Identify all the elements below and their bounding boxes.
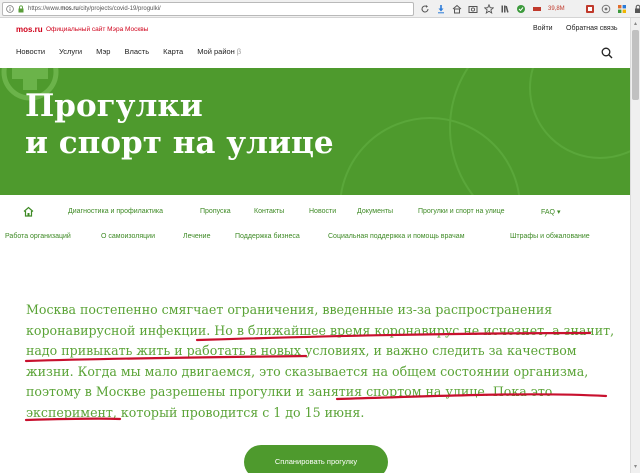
lock-icon[interactable] — [17, 5, 25, 13]
nav-item-my-district[interactable]: Мой район β — [197, 47, 241, 56]
download-icon[interactable] — [436, 4, 446, 14]
search-icon[interactable] — [601, 47, 613, 59]
beta-badge: β — [236, 47, 242, 56]
memory-monitor-icon[interactable] — [532, 4, 542, 14]
extension-green-icon[interactable] — [516, 4, 526, 14]
screenshot-icon[interactable] — [468, 4, 478, 14]
adblock-icon[interactable] — [585, 4, 595, 14]
nav-item-services[interactable]: Услуги — [59, 47, 82, 56]
scroll-thumb[interactable] — [632, 30, 639, 100]
memory-readout: 39,8M — [548, 6, 565, 12]
feedback-link[interactable]: Обратная связь — [566, 25, 618, 32]
subnav-passes[interactable]: Пропуска — [200, 208, 231, 215]
subnav-self-isolation[interactable]: О самоизоляции — [101, 233, 155, 240]
site-name[interactable]: Официальный сайт Мэра Москвы — [46, 26, 148, 33]
subnav-documents[interactable]: Документы — [357, 208, 393, 215]
section-nav-secondary: Работа организаций О самоизоляции Лечени… — [0, 232, 630, 244]
scroll-down-arrow[interactable]: ▾ — [632, 463, 639, 471]
subnav-fines[interactable]: Штрафы и обжалование — [510, 233, 590, 240]
main-nav: Новости Услуги Мэр Власть Карта Мой райо… — [16, 47, 241, 56]
nav-item-map[interactable]: Карта — [163, 47, 183, 56]
home-icon[interactable] — [23, 206, 34, 217]
hero-banner: Прогулки и спорт на улице — [0, 68, 630, 195]
lead-paragraph: Москва постепенно смягчает ограничения, … — [26, 300, 616, 423]
nav-item-government[interactable]: Власть — [124, 47, 149, 56]
subnav-social-support[interactable]: Социальная поддержка и помощь врачам — [328, 233, 465, 240]
subnav-treatment[interactable]: Лечение — [183, 233, 210, 240]
bookmark-star-icon[interactable] — [484, 4, 494, 14]
extension-puzzle-icon[interactable] — [601, 4, 611, 14]
home-browser-icon[interactable] — [452, 4, 462, 14]
chevron-down-icon: ▾ — [556, 209, 561, 216]
site-logo[interactable]: mos.ru — [16, 25, 43, 34]
lock-extension-icon[interactable] — [633, 4, 640, 14]
plan-walk-button[interactable]: Спланировать прогулку — [244, 445, 388, 473]
section-nav-primary: Диагностика и профилактика Пропуска Конт… — [0, 205, 630, 219]
subnav-diagnostics[interactable]: Диагностика и профилактика — [68, 208, 163, 215]
browser-toolbar: https://www.mos.ru/city/projects/covid-1… — [0, 0, 640, 18]
subnav-organizations[interactable]: Работа организаций — [5, 233, 71, 240]
url-text: https://www.mos.ru/city/projects/covid-1… — [28, 6, 161, 12]
subnav-walks-sport[interactable]: Прогулки и спорт на улице — [418, 208, 505, 215]
subnav-contacts[interactable]: Контакты — [254, 208, 284, 215]
subnav-news[interactable]: Новости — [309, 208, 336, 215]
site-header: mos.ru Официальный сайт Мэра Москвы Войт… — [0, 18, 630, 68]
login-link[interactable]: Войти — [533, 25, 553, 32]
toolbar-icons: 39,8M — [420, 2, 640, 16]
page-title-line1: Прогулки — [25, 88, 203, 124]
library-icon[interactable] — [500, 4, 510, 14]
nav-item-mayor[interactable]: Мэр — [96, 47, 110, 56]
extension-grid-icon[interactable] — [617, 4, 627, 14]
reload-icon[interactable] — [420, 4, 430, 14]
subnav-business-support[interactable]: Поддержка бизнеса — [235, 233, 300, 240]
page-title-line2: и спорт на улице — [25, 125, 334, 161]
lead-text-end: . — [360, 404, 365, 420]
scroll-up-arrow[interactable]: ▴ — [632, 20, 639, 28]
address-bar[interactable]: https://www.mos.ru/city/projects/covid-1… — [2, 2, 414, 16]
page-scrollbar[interactable]: ▴ ▾ — [630, 18, 640, 473]
nav-item-news[interactable]: Новости — [16, 47, 45, 56]
info-icon[interactable] — [6, 5, 14, 13]
page-title: Прогулки и спорт на улице — [25, 88, 334, 162]
subnav-faq[interactable]: FAQ ▾ — [541, 208, 560, 216]
